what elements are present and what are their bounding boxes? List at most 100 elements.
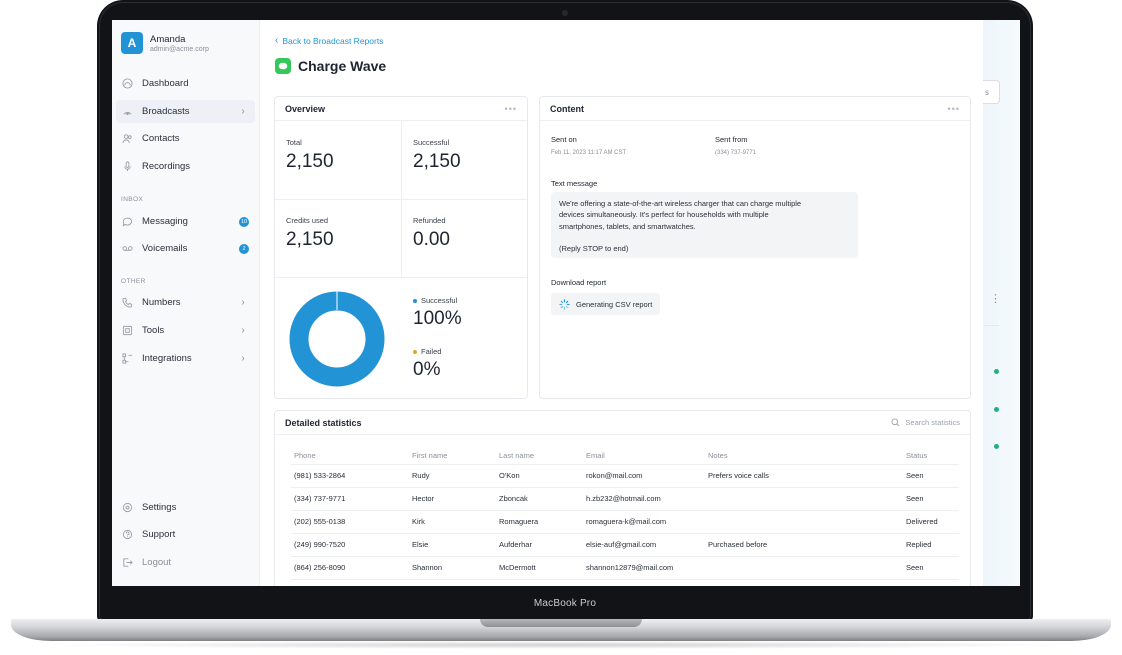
table-cell: Delivered <box>903 510 959 534</box>
search-icon <box>891 418 900 427</box>
message-line: devices simultaneously. It's perfect for… <box>559 210 769 220</box>
column-header[interactable]: Last name <box>496 447 583 465</box>
message-line: We're offering a state-of-the-art wirele… <box>559 199 802 208</box>
sidebar-item-label: Dashboard <box>142 78 189 89</box>
sidebar-item-label: Recordings <box>142 161 191 172</box>
message-line: smartphones, tablets, and smartwatches. <box>559 221 696 231</box>
background-button[interactable]: s <box>983 80 1000 104</box>
laptop-notch <box>480 619 642 627</box>
refunded-value: 0.00 <box>413 229 450 250</box>
sidebar-item-integrations[interactable]: Integrations › <box>116 347 255 370</box>
column-header[interactable]: Notes <box>705 447 903 465</box>
legend-dot-failed <box>413 349 417 354</box>
table-row[interactable]: (864) 256-8090 Shannon McDermott shannon128… <box>291 556 959 580</box>
table-cell: Seen <box>903 487 959 511</box>
generating-csv-button[interactable]: Generating CSV report <box>551 293 661 315</box>
sidebar-item-dashboard[interactable]: Dashboard <box>116 72 255 95</box>
table-cell: Replied <box>903 533 959 557</box>
other-section-title: OTHER <box>121 278 146 285</box>
column-header[interactable]: Status <box>903 447 959 465</box>
voicemails-count-badge: 2 <box>239 243 249 254</box>
sidebar-item-logout[interactable]: Logout <box>116 551 255 574</box>
more-vertical-icon[interactable]: ⋮ <box>990 294 1001 305</box>
refunded-label: Refunded <box>413 216 446 225</box>
table-cell: (202) 555-0138 <box>291 510 409 534</box>
column-header[interactable]: Email <box>583 447 705 465</box>
camera-icon <box>562 10 568 16</box>
table-cell: Purchased before <box>705 533 903 557</box>
sent-from-value: (334) 737-9771 <box>715 150 757 156</box>
total-stat: Total 2,150 <box>286 138 334 173</box>
column-header[interactable]: First name <box>409 447 496 465</box>
sidebar-item-label: Settings <box>142 502 177 513</box>
table-cell: Shannon <box>409 556 496 580</box>
sidebar-item-support[interactable]: Support <box>116 523 255 546</box>
sidebar-item-settings[interactable]: Settings <box>116 496 255 519</box>
detailed-statistics-card: Detailed statistics Search statistics Ph… <box>274 410 971 586</box>
status-dot <box>994 444 999 449</box>
status-dot <box>994 369 999 374</box>
chevron-right-icon: › <box>241 297 245 308</box>
messaging-count-badge: 10 <box>239 216 249 227</box>
sidebar-item-numbers[interactable]: Numbers › <box>116 291 255 314</box>
more-options-icon[interactable]: ••• <box>948 104 960 114</box>
table-row[interactable]: (202) 555-0138 Kirk Romaguera romaguera-k@m… <box>291 510 959 534</box>
chevron-right-icon: › <box>241 353 245 364</box>
legend-successful-label: Successful <box>421 296 458 305</box>
sidebar-item-messaging[interactable]: Messaging 10 <box>116 210 255 233</box>
sidebar-item-broadcasts[interactable]: Broadcasts › <box>116 100 255 123</box>
csv-button-label: Generating CSV report <box>576 299 653 309</box>
main-content: ‹ Back to Broadcast Reports Charge Wave … <box>261 20 983 586</box>
help-icon <box>122 529 133 540</box>
text-message-label: Text message <box>551 179 598 188</box>
table-cell: (249) 990-7520 <box>291 533 409 557</box>
sidebar-item-label: Tools <box>142 325 165 336</box>
statistics-table: Phone First name Last name Email Notes S… <box>291 447 959 580</box>
microphone-icon <box>122 161 133 172</box>
successful-value: 2,150 <box>413 151 461 172</box>
table-row[interactable]: (981) 533-2864 Rudy O'Kon rokon@mail.com Pre… <box>291 464 959 488</box>
spinner-icon <box>559 298 570 310</box>
overview-title: Overview <box>285 103 326 114</box>
table-row[interactable]: (334) 737-9771 Hector Zboncak h.zb232@hotma… <box>291 487 959 511</box>
back-link[interactable]: ‹ Back to Broadcast Reports <box>275 36 383 47</box>
table-cell: Rudy <box>409 464 496 488</box>
status-dot <box>994 407 999 412</box>
content-title: Content <box>550 103 584 114</box>
table-cell: Aufderhar <box>496 533 583 557</box>
legend-dot-successful <box>413 298 417 303</box>
integrations-icon <box>122 353 133 364</box>
legend-failed: Failed 0% <box>413 347 441 381</box>
table-cell: Romaguera <box>496 510 583 534</box>
page-title: Charge Wave <box>275 58 386 74</box>
legend-successful: Successful 100% <box>413 296 462 330</box>
sidebar-item-label: Numbers <box>142 297 181 308</box>
table-cell: romaguera-k@mail.com <box>583 510 705 534</box>
sidebar-item-recordings[interactable]: Recordings <box>116 155 255 178</box>
profile[interactable]: A Amanda admin@acme.corp <box>121 32 209 54</box>
table-cell: Seen <box>903 556 959 580</box>
chevron-right-icon: › <box>241 325 245 336</box>
gear-icon <box>122 502 133 513</box>
avatar: A <box>121 32 143 54</box>
credits-stat: Credits used 2,150 <box>286 216 334 251</box>
sidebar-item-contacts[interactable]: Contacts <box>116 127 255 150</box>
table-cell <box>705 487 903 511</box>
credits-value: 2,150 <box>286 229 334 250</box>
statistics-search[interactable]: Search statistics <box>891 418 960 427</box>
more-options-icon[interactable]: ••• <box>505 104 517 114</box>
sidebar-item-label: Logout <box>142 557 172 568</box>
column-header[interactable]: Phone <box>291 447 409 465</box>
legend-failed-value: 0% <box>413 359 441 380</box>
sidebar-item-tools[interactable]: Tools › <box>116 319 255 342</box>
table-row[interactable]: (249) 990-7520 Elsie Aufderhar elsie-auf@gm… <box>291 533 959 557</box>
message-body: We're offering a state-of-the-art wirele… <box>551 192 858 258</box>
profile-email: admin@acme.corp <box>150 45 209 53</box>
table-cell: (334) 737-9771 <box>291 487 409 511</box>
table-cell <box>705 556 903 580</box>
sent-from-field: Sent from (334) 737-9771 <box>715 135 756 156</box>
sidebar-item-voicemails[interactable]: Voicemails 2 <box>116 237 255 260</box>
total-value: 2,150 <box>286 151 334 172</box>
message-bubble-icon <box>275 58 291 74</box>
table-cell <box>705 510 903 534</box>
